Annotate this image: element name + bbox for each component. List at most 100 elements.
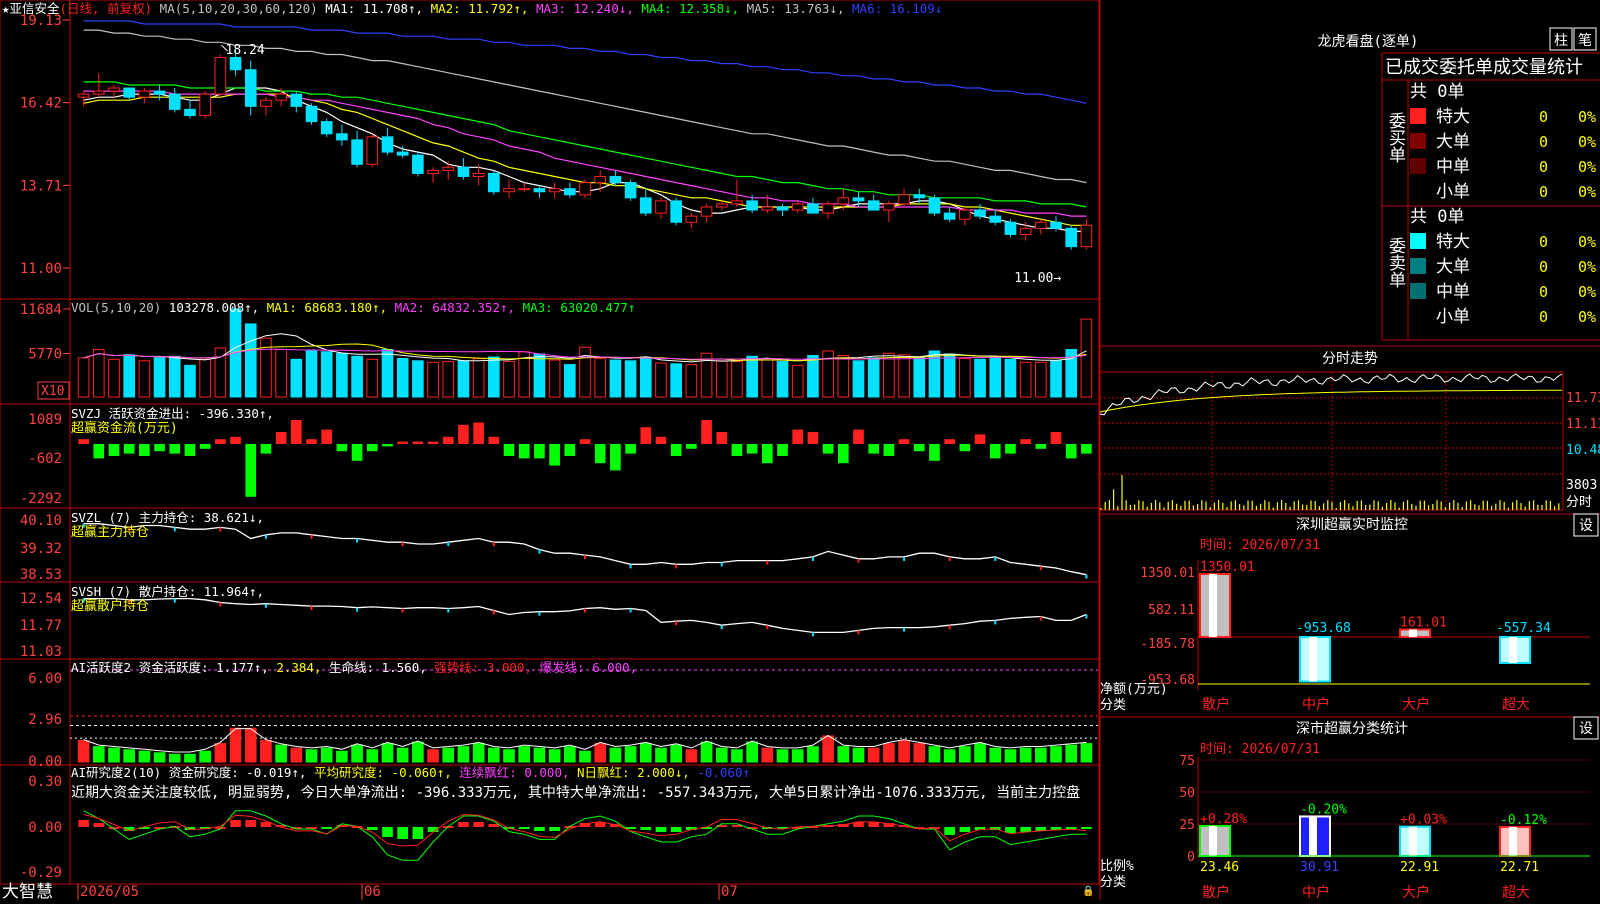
buy-swatch bbox=[1410, 133, 1426, 149]
research-bar bbox=[944, 827, 955, 835]
candle-body bbox=[366, 136, 379, 165]
activity-bar bbox=[898, 740, 910, 763]
volume-unit: X10 bbox=[41, 384, 64, 399]
candle-body bbox=[685, 215, 698, 223]
fundflow-bar bbox=[488, 436, 500, 444]
candle-body bbox=[548, 188, 561, 193]
candle-body bbox=[594, 175, 607, 184]
fundflow-bar bbox=[199, 444, 211, 449]
buy-count: 0 bbox=[1539, 183, 1548, 201]
candle-body bbox=[715, 203, 728, 208]
svzl-line-tick bbox=[447, 542, 450, 547]
fundflow-bar bbox=[78, 439, 89, 444]
ai-research-title: AI研究度2(10) 资金研究度: -0.019↑, 平均研究度: -0.060… bbox=[71, 765, 750, 780]
volume-bar bbox=[1004, 358, 1017, 398]
fundflow-bar bbox=[777, 444, 788, 456]
sell-label: 中单 bbox=[1436, 282, 1470, 302]
fenshi-title: 分时走势 bbox=[1322, 351, 1378, 367]
candle-body bbox=[1019, 227, 1032, 235]
activity-bar bbox=[548, 749, 561, 763]
research-bar bbox=[518, 827, 530, 829]
low-label: 11.00→ bbox=[1014, 271, 1061, 286]
candle-body bbox=[108, 87, 120, 92]
activity-bar bbox=[624, 746, 637, 763]
stats-bar-value: 30.91 bbox=[1300, 860, 1339, 875]
sell-swatch bbox=[1410, 258, 1426, 274]
ai-research-y-tick: 0.00 bbox=[28, 820, 62, 836]
buy-label: 特大 bbox=[1436, 107, 1470, 127]
candle-body bbox=[244, 69, 257, 107]
svsh-line-tick bbox=[584, 608, 586, 613]
candle-body bbox=[761, 206, 774, 211]
volume-bar bbox=[867, 357, 880, 398]
volume-bar bbox=[1019, 361, 1032, 398]
activity-bar bbox=[138, 750, 151, 763]
svsh-title: SVSH (7) 散户持仓: 11.964↑, bbox=[71, 584, 264, 599]
main-y-tick: 13.71 bbox=[20, 178, 62, 194]
research-bar bbox=[473, 822, 484, 827]
volume-bar bbox=[153, 357, 166, 398]
candle-body bbox=[92, 90, 105, 95]
svsh-line-tick bbox=[675, 621, 678, 626]
volume-bar bbox=[685, 364, 698, 398]
research-bar bbox=[321, 827, 333, 829]
research-bar bbox=[549, 827, 560, 831]
monitor-ylabel2: 分类 bbox=[1100, 698, 1126, 713]
volume-bar bbox=[837, 355, 850, 398]
activity-bar bbox=[214, 743, 227, 763]
fundflow-bar bbox=[868, 444, 880, 454]
volume-bar bbox=[427, 361, 439, 398]
research-bar bbox=[366, 827, 378, 830]
activity-bar bbox=[761, 747, 774, 763]
candle-body bbox=[624, 182, 637, 199]
candle-body bbox=[1035, 221, 1047, 229]
svzl-y-tick: 40.10 bbox=[20, 513, 62, 529]
candle-body bbox=[275, 93, 287, 101]
candle-body bbox=[381, 136, 394, 153]
stats-category: 大户 bbox=[1402, 884, 1430, 900]
candle-body bbox=[1080, 224, 1093, 248]
volume-bar bbox=[381, 349, 394, 398]
volume-bar bbox=[320, 351, 333, 398]
buy-label: 中单 bbox=[1436, 157, 1470, 177]
svzl-line-tick bbox=[310, 534, 313, 539]
candle-body bbox=[563, 188, 576, 196]
volume-bar bbox=[503, 361, 515, 398]
activity-bar bbox=[579, 750, 591, 763]
fundflow-bar bbox=[686, 444, 697, 449]
fundflow-bar bbox=[898, 439, 910, 444]
activity-bar bbox=[244, 727, 257, 763]
fundflow-bar bbox=[123, 444, 135, 454]
activity-bar bbox=[959, 746, 971, 763]
volume-bar bbox=[1035, 361, 1047, 398]
activity-bar bbox=[1035, 747, 1047, 763]
research-bar bbox=[1020, 827, 1031, 832]
monitor-ylabel: 净额(万元) bbox=[1100, 682, 1168, 697]
monitor-bar-value: -953.68 bbox=[1296, 621, 1351, 636]
research-bar bbox=[412, 827, 424, 839]
sell-count: 0 bbox=[1539, 233, 1548, 251]
activity-bar bbox=[351, 744, 363, 763]
candle-body bbox=[852, 197, 865, 202]
volume-bar bbox=[1080, 318, 1093, 398]
fundflow-bar bbox=[822, 444, 834, 454]
candle-body bbox=[457, 166, 470, 177]
stats-y-tick: 0 bbox=[1187, 850, 1195, 865]
candle-body bbox=[655, 200, 667, 214]
activity-bar bbox=[442, 747, 455, 763]
fundflow-bar bbox=[442, 436, 454, 444]
activity-bar bbox=[412, 741, 424, 763]
stats-title: 深市超赢分类统计 bbox=[1296, 720, 1408, 737]
buy-side-label: 委买单 bbox=[1385, 112, 1406, 163]
volume-bar bbox=[138, 360, 151, 398]
monitor-y-tick: 1350.01 bbox=[1140, 566, 1195, 581]
candle-body bbox=[989, 215, 1002, 223]
fenshi-y-tick: 10.48 bbox=[1566, 443, 1600, 458]
activity-bar bbox=[700, 741, 713, 763]
research-bar bbox=[534, 827, 545, 831]
fundflow-bar bbox=[883, 444, 895, 456]
volume-bar bbox=[184, 364, 196, 398]
svzl-title-part: SVZL (7) 主力持仓: 38.621↓, bbox=[71, 510, 264, 525]
svsh-title-part: SVSH (7) 散户持仓: 11.964↑, bbox=[71, 584, 264, 599]
date-label: 06 bbox=[364, 884, 381, 900]
